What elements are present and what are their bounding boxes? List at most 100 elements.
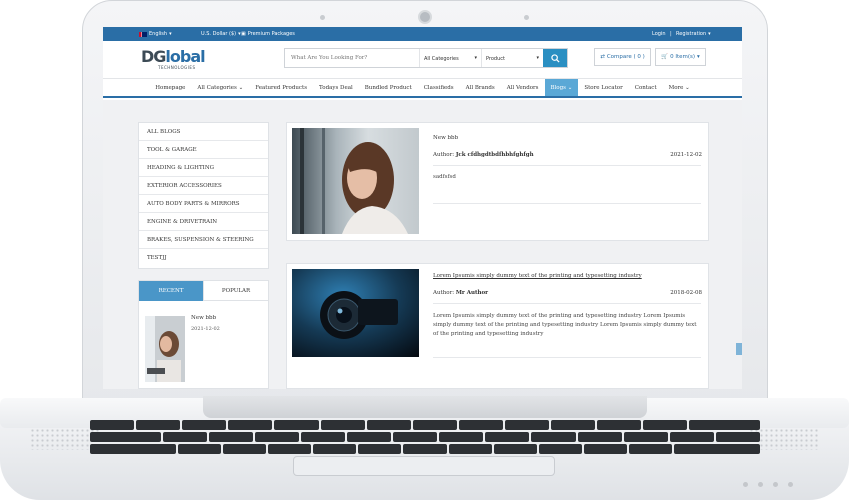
recent-post-title[interactable]: New bbb — [191, 315, 216, 321]
cart-button[interactable]: 🛒 0 Item(s) ▾ — [655, 48, 706, 66]
nav-label: Homepage — [155, 84, 186, 91]
nav-label: Store Locator — [584, 84, 623, 91]
blog-category-list: ALL BLOGS TOOL & GARAGE HEADING & LIGHTI… — [138, 122, 269, 269]
search-input[interactable] — [285, 49, 419, 67]
logo-subtitle: TECHNOLOGIES — [158, 65, 196, 70]
premium-packages-link[interactable]: ▣ Premium Packages — [241, 31, 295, 37]
woman-photo — [145, 316, 185, 382]
nav-featured-products[interactable]: Featured Products — [249, 79, 313, 96]
cart-label: 0 Item(s) — [670, 54, 696, 60]
registration-label: Registration — [676, 31, 707, 37]
nav-all-brands[interactable]: All Brands — [460, 79, 501, 96]
language-selector[interactable]: English ▾ — [139, 31, 172, 37]
type-select[interactable]: Product ▾ — [481, 49, 543, 67]
tab-recent[interactable]: RECENT — [139, 281, 203, 301]
compare-label: Compare ( 0 ) — [606, 54, 645, 60]
author-label: Author: — [433, 290, 455, 296]
category-item[interactable]: BRAKES, SUSPENSION & STEERING — [139, 231, 268, 249]
type-select-value: Product — [486, 56, 505, 62]
nav-store-locator[interactable]: Store Locator — [578, 79, 628, 96]
separator-label: | — [670, 31, 672, 37]
nav-bundled-product[interactable]: Bundled Product — [359, 79, 418, 96]
post-image[interactable] — [292, 269, 419, 357]
search-icon — [550, 53, 560, 63]
webcam — [418, 10, 432, 24]
category-select[interactable]: All Categories ▾ — [419, 49, 481, 67]
post-date: 2021-12-02 — [670, 152, 702, 158]
nav-label: All Brands — [465, 84, 495, 91]
premium-label: Premium Packages — [247, 31, 295, 37]
blog-post-card: New bbb Author: Jck cfdhgdtbdfhbhfghfgh … — [286, 122, 709, 241]
chevron-down-icon: ▾ — [169, 31, 172, 37]
nav-label: Todays Deal — [319, 84, 353, 91]
topbar-separator: | — [670, 31, 672, 37]
compare-button[interactable]: ⇄ Compare ( 0 ) — [594, 48, 651, 66]
laptop-hinge — [203, 396, 647, 418]
cart-icon: 🛒 — [661, 54, 669, 60]
category-item[interactable]: TESTJJ — [139, 249, 268, 267]
site-header: DGlobal TECHNOLOGIES All Categories ▾ Pr… — [103, 41, 742, 79]
uk-flag-icon — [139, 31, 147, 37]
post-divider — [433, 303, 701, 304]
chevron-down-icon: ▾ — [697, 54, 700, 60]
login-link[interactable]: Login — [652, 31, 666, 37]
nav-classifieds[interactable]: Classifieds — [418, 79, 460, 96]
top-bar: English ▾ U.S. Dollar ($) ▾ ▣ Premium Pa… — [103, 27, 742, 41]
chevron-down-icon: ⌄ — [567, 84, 573, 91]
nav-label: Contact — [634, 84, 657, 91]
laptop-screen: English ▾ U.S. Dollar ($) ▾ ▣ Premium Pa… — [103, 27, 742, 389]
post-divider — [433, 203, 701, 204]
author-name: Jck cfdhgdtbdfhbhfghfgh — [455, 152, 534, 158]
post-title[interactable]: New bbb — [433, 135, 458, 141]
nav-all-vendors[interactable]: All Vendors — [501, 79, 545, 96]
site-logo[interactable]: DGlobal TECHNOLOGIES — [141, 47, 213, 73]
nav-homepage[interactable]: Homepage — [149, 79, 191, 96]
post-excerpt: sadfsfsd — [433, 174, 456, 180]
currency-selector[interactable]: U.S. Dollar ($) ▾ — [201, 31, 241, 37]
nav-contact[interactable]: Contact — [629, 79, 663, 96]
logo-suffix: lobal — [165, 47, 205, 66]
camera-lens-photo — [292, 269, 419, 357]
nav-todays-deal[interactable]: Todays Deal — [313, 79, 359, 96]
language-label: English — [149, 31, 168, 37]
tab-popular[interactable]: POPULAR — [203, 281, 268, 301]
chevron-down-icon: ⌄ — [238, 84, 244, 91]
lid-sensor-dot — [320, 15, 325, 20]
woman-window-photo — [292, 128, 419, 234]
nav-label: All Vendors — [506, 84, 539, 91]
category-item[interactable]: ENGINE & DRIVETRAIN — [139, 213, 268, 231]
category-item[interactable]: EXTERIOR ACCESSORIES — [139, 177, 268, 195]
blog-post-card: Lorem Ipsumis simply dummy text of the p… — [286, 263, 709, 389]
post-author: Author: Mr Author — [433, 290, 488, 296]
post-image[interactable] — [292, 128, 419, 234]
post-divider — [433, 165, 701, 166]
recent-popular-widget: RECENT POPULAR New bbb 2021-12-02 — [138, 280, 269, 389]
registration-link[interactable]: Registration ▾ — [676, 31, 711, 37]
main-nav: Homepage All Categories ⌄ Featured Produ… — [103, 79, 742, 98]
chevron-down-icon: ▾ — [536, 55, 539, 61]
nav-label: Bundled Product — [364, 84, 412, 91]
blog-page: ALL BLOGS TOOL & GARAGE HEADING & LIGHTI… — [103, 100, 742, 389]
category-item[interactable]: AUTO BODY PARTS & MIRRORS — [139, 195, 268, 213]
author-label: Author: — [433, 152, 455, 158]
nav-label: More — [668, 84, 684, 91]
post-date: 2018-02-08 — [670, 290, 702, 296]
post-title[interactable]: Lorem Ipsumis simply dummy text of the p… — [433, 273, 642, 279]
keyboard — [90, 420, 760, 454]
recent-post-date: 2021-12-02 — [191, 326, 220, 332]
search-button[interactable] — [543, 49, 567, 67]
category-item[interactable]: HEADING & LIGHTING — [139, 159, 268, 177]
nav-more[interactable]: More ⌄ — [663, 79, 696, 96]
floating-side-tab[interactable] — [736, 343, 742, 355]
category-item[interactable]: ALL BLOGS — [139, 123, 268, 141]
category-select-value: All Categories — [424, 56, 459, 62]
nav-blogs[interactable]: Blogs ⌄ — [544, 79, 579, 96]
recent-post-thumbnail[interactable] — [145, 316, 185, 382]
search-bar: All Categories ▾ Product ▾ — [284, 48, 568, 68]
nav-all-categories[interactable]: All Categories ⌄ — [191, 79, 249, 96]
lid-sensor-dot — [524, 15, 529, 20]
category-item[interactable]: TOOL & GARAGE — [139, 141, 268, 159]
chevron-down-icon: ▾ — [708, 31, 711, 37]
status-leds — [743, 482, 793, 487]
widget-tabs: RECENT POPULAR — [139, 281, 268, 301]
